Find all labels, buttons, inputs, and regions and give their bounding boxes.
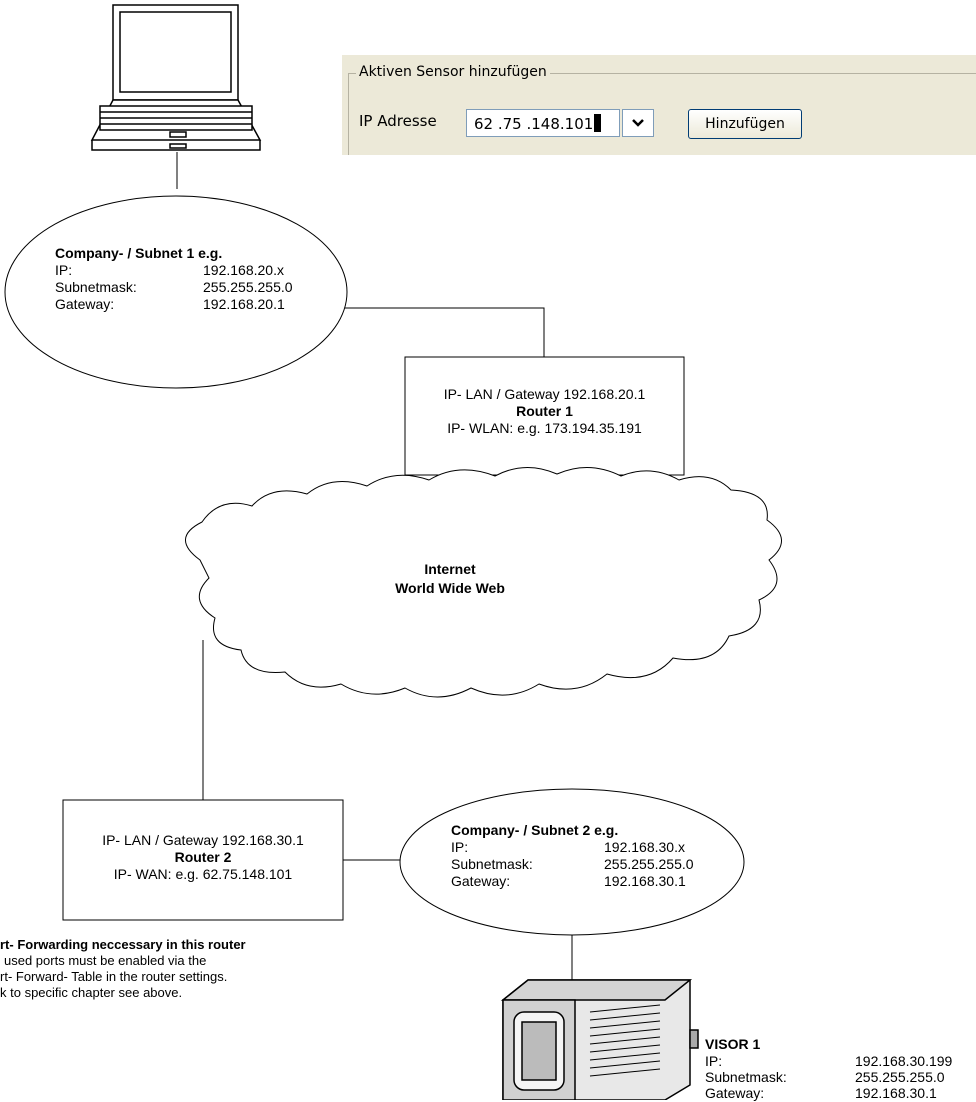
subnet2-mask-label: Subnetmask:: [451, 856, 533, 872]
router1-name: Router 1: [516, 403, 573, 419]
visor-mask-value: 255.255.255.0: [855, 1069, 945, 1085]
connector-subnet1-router1: [336, 307, 545, 357]
ip-address-value: 62 .75 .148.101: [474, 115, 594, 133]
router1-wlan-line: IP- WLAN: e.g. 173.194.35.191: [447, 420, 642, 436]
visor-ip-label: IP:: [705, 1053, 723, 1069]
visor-mask-label: Subnetmask:: [705, 1069, 787, 1085]
subnet2-ip-value: 192.168.30.x: [604, 839, 685, 855]
subnet1-ip-label: IP:: [55, 262, 73, 278]
router1-lan-line: IP- LAN / Gateway 192.168.20.1: [443, 386, 646, 402]
visor-title: VISOR 1: [705, 1036, 761, 1052]
network-diagram: [4, 4, 782, 1100]
ip-address-input[interactable]: 62 .75 .148.101: [466, 109, 620, 137]
add-sensor-panel: Aktiven Sensor hinzufügen IP Adresse 62 …: [342, 55, 976, 155]
port-forwarding-line-1: used ports must be enabled via the: [4, 953, 207, 968]
laptop-icon: [90, 4, 262, 151]
subnet2-gateway-label: Gateway:: [451, 873, 511, 889]
visor-sensor-icon: [500, 979, 699, 1100]
subnet1-ip-value: 192.168.20.x: [203, 262, 284, 278]
add-sensor-group: [348, 73, 976, 155]
visor-gateway-label: Gateway:: [705, 1085, 765, 1101]
add-sensor-group-title: Aktiven Sensor hinzufügen: [356, 63, 550, 81]
router2-wan-line: IP- WAN: e.g. 62.75.148.101: [113, 866, 293, 882]
ip-history-dropdown-button[interactable]: [622, 109, 654, 137]
subnet2-mask-value: 255.255.255.0: [604, 856, 694, 872]
router2-lan-line: IP- LAN / Gateway 192.168.30.1: [102, 832, 304, 848]
visor-gateway-value: 192.168.30.1: [855, 1085, 937, 1101]
chevron-down-icon: [632, 119, 644, 127]
internet-label: Internet: [424, 561, 476, 577]
port-forwarding-line-3: k to specific chapter see above.: [0, 985, 183, 1000]
subnet1-gateway-label: Gateway:: [55, 296, 115, 312]
visor-ip-value: 192.168.30.199: [855, 1053, 953, 1069]
subnet2-ip-label: IP:: [451, 839, 469, 855]
port-forwarding-title: rt- Forwarding neccessary in this router: [0, 937, 246, 952]
subnet1-title: Company- / Subnet 1 e.g.: [55, 245, 223, 261]
subnet2-title: Company- / Subnet 2 e.g.: [451, 822, 619, 838]
subnet1-mask-value: 255.255.255.0: [203, 279, 293, 295]
world-wide-web-label: World Wide Web: [395, 580, 505, 596]
text-caret: [594, 114, 602, 132]
subnet2-gateway-value: 192.168.30.1: [604, 873, 686, 889]
port-forwarding-line-2: rt- Forward- Table in the router setting…: [0, 969, 228, 984]
add-sensor-button[interactable]: Hinzufügen: [688, 109, 802, 139]
router2-name: Router 2: [174, 849, 232, 865]
subnet1-gateway-value: 192.168.20.1: [203, 296, 285, 312]
ip-address-label: IP Adresse: [359, 112, 437, 130]
subnet1-mask-label: Subnetmask:: [55, 279, 137, 295]
